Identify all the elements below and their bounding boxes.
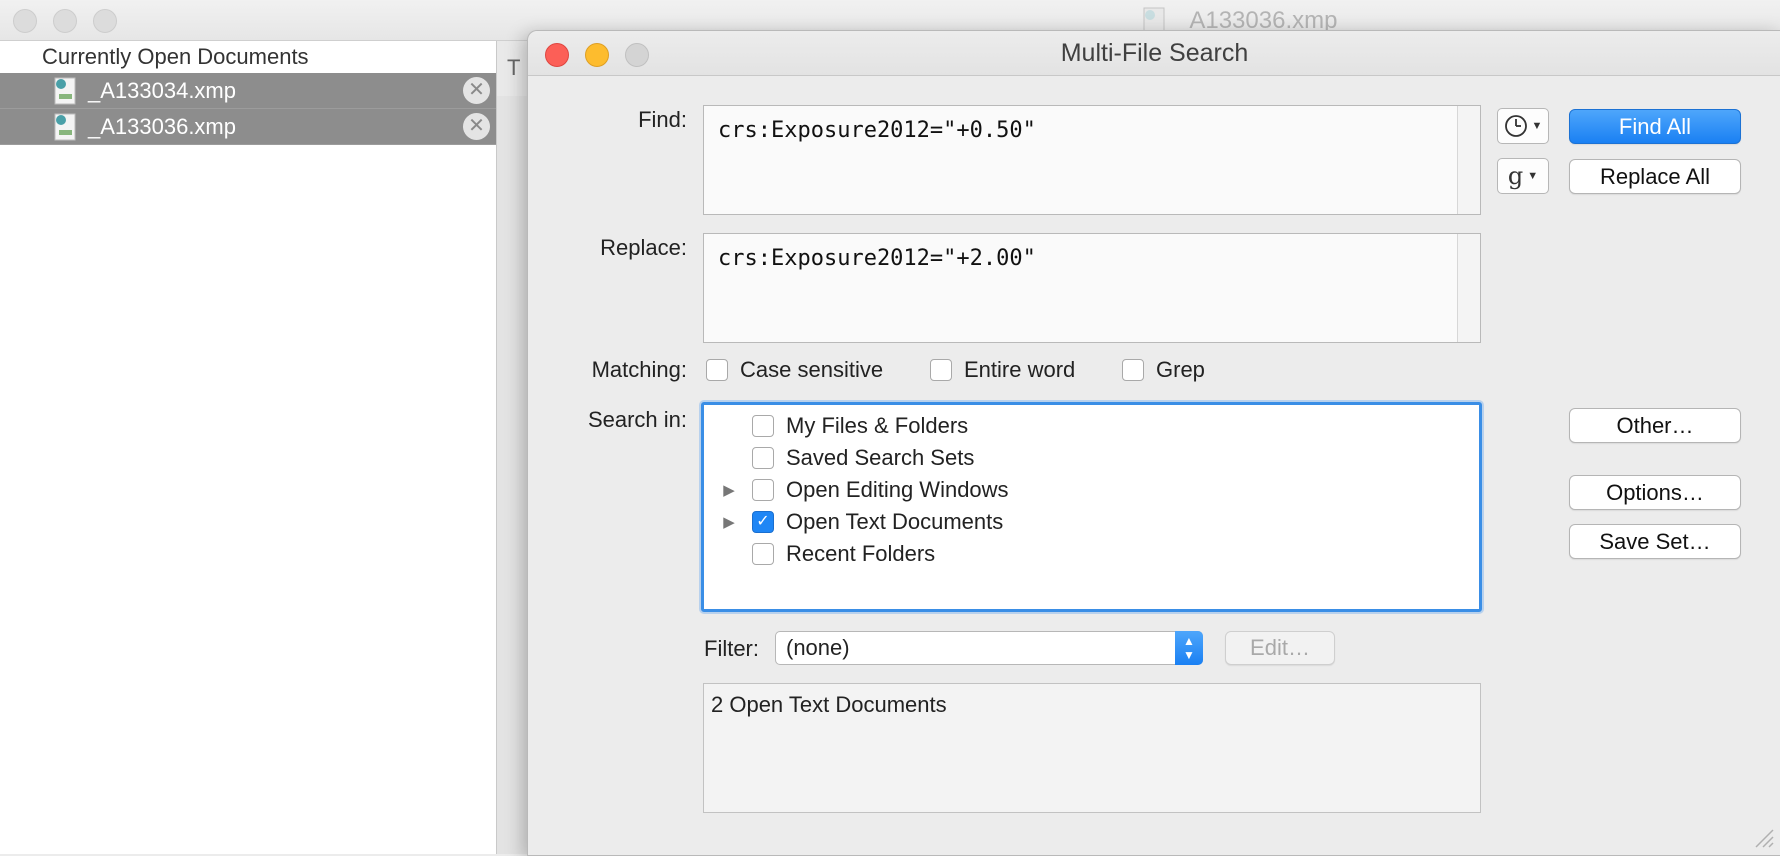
disclosure-triangle-icon[interactable]: ▶	[714, 481, 744, 499]
case-sensitive-label: Case sensitive	[740, 357, 884, 382]
chevron-down-icon: ▼	[1531, 120, 1543, 132]
open-documents-sidebar: Currently Open Documents _A133034.xmp ✕ …	[0, 41, 497, 854]
xmp-file-icon	[54, 113, 76, 140]
list-item-label: Saved Search Sets	[786, 445, 975, 470]
document-row[interactable]: _A133036.xmp ✕	[0, 109, 496, 145]
up-down-chevron-icon: ▲ ▼	[1175, 631, 1203, 665]
close-document-icon[interactable]: ✕	[463, 77, 490, 104]
replace-all-button[interactable]: Replace All	[1569, 159, 1741, 194]
close-document-icon[interactable]: ✕	[463, 113, 490, 140]
xmp-file-icon	[54, 77, 76, 104]
find-field-value: crs:Exposure2012="+0.50"	[718, 118, 1036, 143]
matching-label: Matching:	[591, 357, 687, 382]
find-all-button[interactable]: Find All	[1569, 109, 1741, 144]
grep-patterns-popup[interactable]: g ▼	[1497, 158, 1549, 194]
case-sensitive-checkbox[interactable]	[706, 359, 728, 381]
list-item[interactable]: Recent Folders	[714, 538, 935, 570]
case-sensitive-option[interactable]: Case sensitive	[706, 357, 883, 383]
entire-word-label: Entire word	[964, 357, 1076, 382]
close-window-button[interactable]	[13, 9, 37, 33]
document-name: _A133036.xmp	[88, 113, 236, 139]
filter-select[interactable]: (none) ▲ ▼	[775, 631, 1203, 665]
other-button[interactable]: Other…	[1569, 408, 1741, 443]
clock-icon	[1504, 115, 1527, 137]
sidebar-header: Currently Open Documents	[42, 44, 309, 69]
editor-gutter	[497, 96, 528, 854]
save-set-button[interactable]: Save Set…	[1569, 524, 1741, 559]
find-field[interactable]: crs:Exposure2012="+0.50"	[703, 105, 1481, 215]
find-label: Find:	[638, 107, 687, 132]
my-files-folders-checkbox[interactable]	[752, 415, 774, 437]
edit-filter-button[interactable]: Edit…	[1225, 631, 1335, 665]
recent-folders-checkbox[interactable]	[752, 543, 774, 565]
search-in-label: Search in:	[587, 407, 687, 432]
find-field-scrollbar[interactable]	[1457, 106, 1480, 214]
replace-label: Replace:	[600, 235, 687, 260]
entire-word-option[interactable]: Entire word	[930, 357, 1075, 383]
saved-search-sets-checkbox[interactable]	[752, 447, 774, 469]
filter-label: Filter:	[704, 636, 759, 661]
minimize-window-button[interactable]	[53, 9, 77, 33]
resize-grip-icon[interactable]	[1752, 826, 1774, 848]
open-editing-windows-checkbox[interactable]	[752, 479, 774, 501]
search-history-popup[interactable]: ▼	[1497, 108, 1549, 144]
replace-field[interactable]: crs:Exposure2012="+2.00"	[703, 233, 1481, 343]
replace-field-value: crs:Exposure2012="+2.00"	[718, 246, 1036, 271]
list-item-label: Open Editing Windows	[786, 477, 1009, 502]
zoom-window-button[interactable]	[93, 9, 117, 33]
list-item[interactable]: ▶ Open Editing Windows	[714, 474, 1009, 506]
dialog-title: Multi-File Search	[1060, 39, 1249, 67]
dialog-titlebar: Multi-File Search	[528, 31, 1780, 76]
grep-label: Grep	[1156, 357, 1205, 382]
grep-checkbox[interactable]	[1122, 359, 1144, 381]
search-summary-text: 2 Open Text Documents	[711, 692, 947, 717]
search-summary-box: 2 Open Text Documents	[703, 683, 1481, 813]
list-item[interactable]: My Files & Folders	[714, 410, 968, 442]
list-item[interactable]: ▶ ✓ Open Text Documents	[714, 506, 1003, 538]
options-button[interactable]: Options…	[1569, 475, 1741, 510]
filter-select-value: (none)	[786, 635, 850, 660]
list-item-label: Open Text Documents	[786, 509, 1004, 534]
list-item-label: My Files & Folders	[786, 413, 969, 438]
list-item-label: Recent Folders	[786, 541, 936, 566]
replace-field-scrollbar[interactable]	[1457, 234, 1480, 342]
disclosure-triangle-icon[interactable]: ▶	[714, 513, 744, 531]
grep-pattern-glyph: g	[1507, 162, 1524, 190]
open-text-documents-checkbox[interactable]: ✓	[752, 511, 774, 533]
search-in-list[interactable]: My Files & Folders Saved Search Sets ▶ O…	[701, 402, 1482, 612]
list-item[interactable]: Saved Search Sets	[714, 442, 974, 474]
entire-word-checkbox[interactable]	[930, 359, 952, 381]
document-name: _A133034.xmp	[88, 77, 236, 103]
chevron-down-icon: ▼	[1527, 170, 1539, 182]
grep-option[interactable]: Grep	[1122, 357, 1205, 383]
document-row[interactable]: _A133034.xmp ✕	[0, 73, 496, 109]
